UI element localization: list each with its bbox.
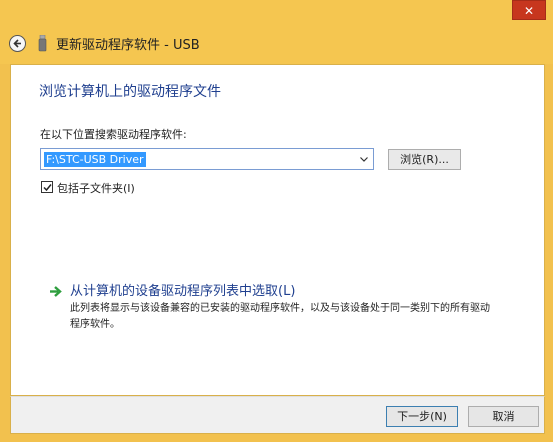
- chevron-down-icon: [360, 156, 368, 162]
- include-subfolders-checkbox[interactable]: [41, 181, 53, 193]
- wizard-footer: 下一步(N) 取消: [10, 396, 545, 434]
- window-title: 更新驱动程序软件 - USB: [56, 38, 200, 53]
- usb-device-icon: [38, 35, 47, 52]
- search-location-label: 在以下位置搜索驱动程序软件:: [40, 128, 187, 141]
- include-subfolders-label[interactable]: 包括子文件夹(I): [57, 180, 135, 196]
- green-arrow-icon[interactable]: [49, 285, 62, 298]
- check-icon: [42, 183, 52, 191]
- page-heading: 浏览计算机上的驱动程序文件: [39, 84, 221, 100]
- combo-dropdown-button[interactable]: [358, 152, 370, 166]
- path-input[interactable]: F:\STC-USB Driver: [44, 152, 146, 167]
- pick-from-list-link[interactable]: 从计算机的设备驱动程序列表中选取(L): [70, 280, 295, 299]
- browse-button[interactable]: 浏览(R)...: [388, 149, 461, 170]
- back-button[interactable]: [9, 35, 26, 52]
- pick-from-list-description: 此列表将显示与该设备兼容的已安装的驱动程序软件，以及与该设备处于同一类别下的所有…: [70, 303, 490, 330]
- window-titlebar: ✕ 更新驱动程序软件 - USB: [0, 0, 553, 64]
- wizard-content: 浏览计算机上的驱动程序文件 在以下位置搜索驱动程序软件: F:\STC-USB …: [10, 64, 545, 396]
- close-button[interactable]: ✕: [512, 0, 546, 20]
- cancel-button[interactable]: 取消: [468, 406, 539, 427]
- next-button[interactable]: 下一步(N): [386, 406, 458, 427]
- path-combobox[interactable]: F:\STC-USB Driver: [40, 148, 374, 170]
- back-arrow-icon: [13, 39, 21, 48]
